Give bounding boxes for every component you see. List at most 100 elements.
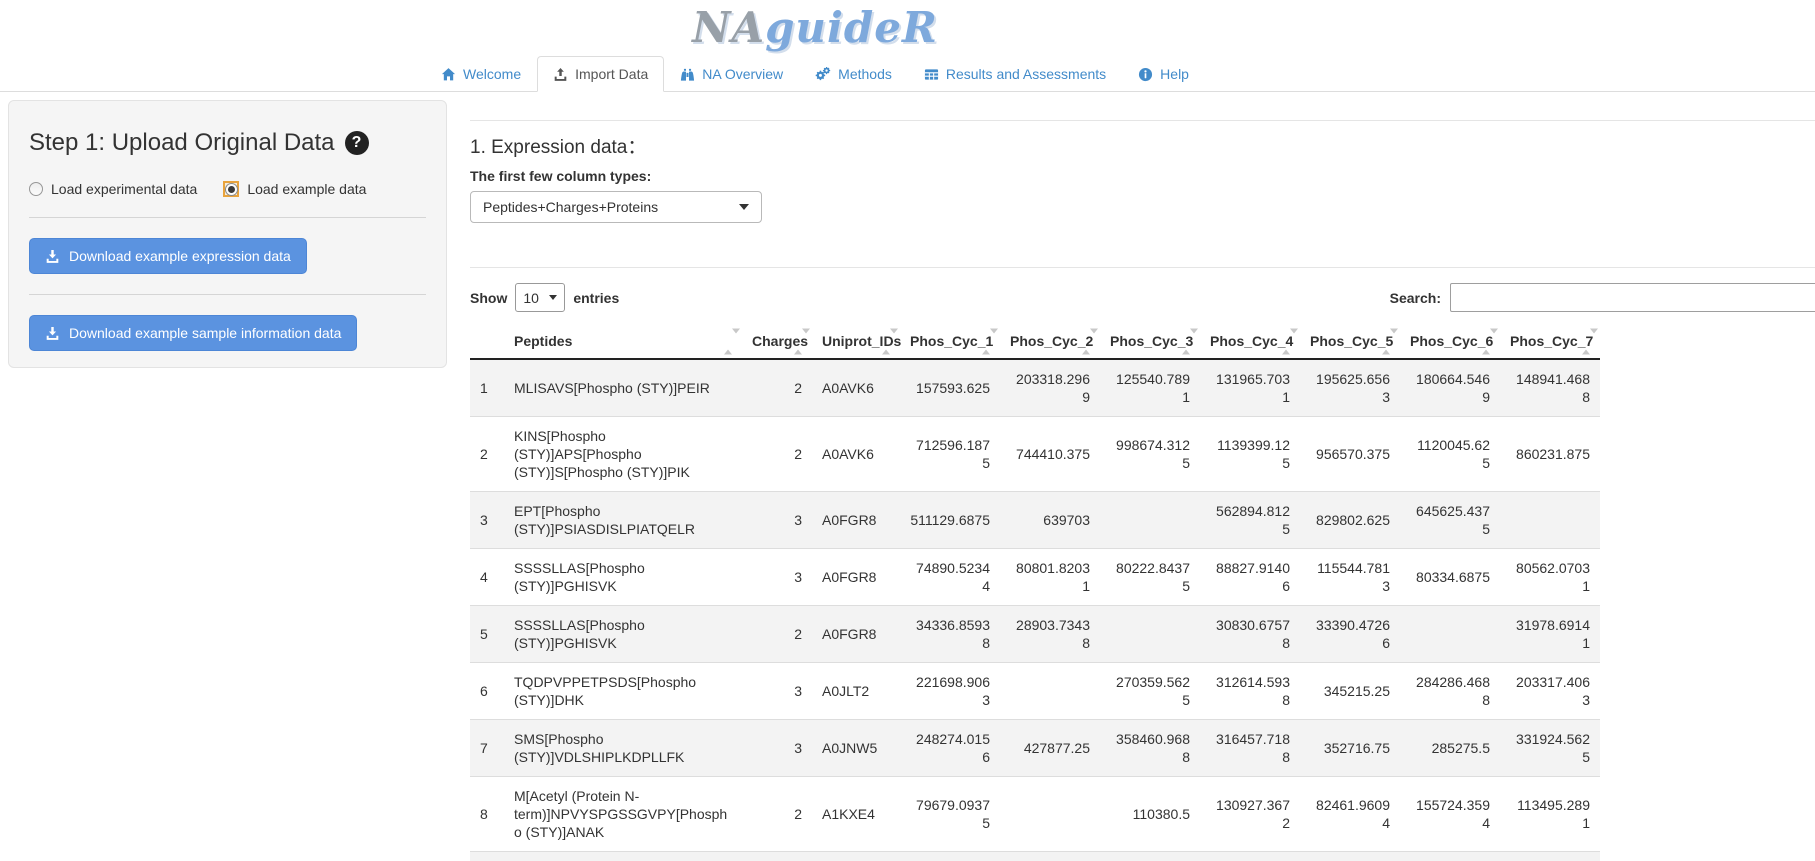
page-length-select[interactable]: 10: [515, 283, 565, 312]
column-header-phos-cyc-7[interactable]: Phos_Cyc_7: [1500, 325, 1600, 359]
sort-icon: [1182, 333, 1198, 350]
table-cell: 998674.3125: [1100, 417, 1200, 492]
tab-methods[interactable]: Methods: [799, 56, 908, 92]
table-cell: 131965.7031: [1200, 359, 1300, 417]
tab-results-and-assessments[interactable]: Results and Assessments: [908, 56, 1122, 92]
download-expression-data-button[interactable]: Download example expression data: [29, 238, 307, 274]
table-cell: 860231.875: [1500, 417, 1600, 492]
sort-icon: [1482, 333, 1498, 350]
download-sample-info-button[interactable]: Download example sample information data: [29, 315, 357, 351]
row-number-cell: 2: [470, 417, 504, 492]
column-header-label: Peptides: [514, 333, 572, 349]
main-navbar: WelcomeImport DataNA Overview Methods Resu…: [0, 56, 1815, 92]
radio-load-experimental-data[interactable]: Load experimental data: [29, 181, 197, 197]
table-cell: 2: [742, 606, 812, 663]
column-header-charges[interactable]: Charges: [742, 325, 812, 359]
table-cell: 3: [742, 492, 812, 549]
download-expression-data-label: Download example expression data: [69, 248, 291, 264]
table-cell: A0FGR8: [812, 549, 900, 606]
table-cell: A0AVK6: [812, 417, 900, 492]
table-row: 2KINS[Phospho (STY)]APS[Phospho (STY)]S[…: [470, 417, 1600, 492]
caret-down-icon: [549, 295, 557, 300]
tab-welcome[interactable]: Welcome: [425, 56, 537, 92]
column-header-phos-cyc-3[interactable]: Phos_Cyc_3: [1100, 325, 1200, 359]
page: NAguideR WelcomeImport DataNA Overview Me…: [0, 0, 1815, 861]
table-cell: [1100, 492, 1200, 549]
table-cell: 110380.5: [1100, 777, 1200, 852]
table-cell: 1120045.625: [1400, 417, 1500, 492]
table-cell: 284286.4688: [1400, 663, 1500, 720]
table-cell: [1000, 777, 1100, 852]
column-header-phos-cyc-1[interactable]: Phos_Cyc_1: [900, 325, 1000, 359]
row-number-cell: 5: [470, 606, 504, 663]
table-body: 1MLISAVS[Phospho (STY)]PEIR2A0AVK6157593…: [470, 359, 1600, 851]
table-row: 6TQDPVPPETPSDS[Phospho (STY)]DHK3A0JLT22…: [470, 663, 1600, 720]
table-cell: 115544.7813: [1300, 549, 1400, 606]
column-types-selected-value: Peptides+Charges+Proteins: [483, 199, 658, 215]
radio-load-example-data[interactable]: Load example data: [223, 181, 366, 197]
table-cell: 80801.82031: [1000, 549, 1100, 606]
table-cell: 1139399.125: [1200, 417, 1300, 492]
column-header-label: Phos_Cyc_4: [1210, 333, 1293, 349]
table-cell: 2: [742, 777, 812, 852]
search-input[interactable]: [1450, 283, 1815, 312]
table-cell: 511129.6875: [900, 492, 1000, 549]
table-row: 1MLISAVS[Phospho (STY)]PEIR2A0AVK6157593…: [470, 359, 1600, 417]
sort-icon: [1282, 333, 1298, 350]
table-cell: 180664.5469: [1400, 359, 1500, 417]
sort-icon: [794, 333, 810, 350]
divider: [470, 120, 1815, 121]
table-cell: 157593.625: [900, 359, 1000, 417]
column-header-rownum: [470, 325, 504, 359]
caret-down-icon: [739, 204, 749, 210]
table-cell: 2: [742, 359, 812, 417]
column-header-peptides[interactable]: Peptides: [504, 325, 742, 359]
column-header-phos-cyc-2[interactable]: Phos_Cyc_2: [1000, 325, 1100, 359]
table-cell: A0JLT2: [812, 663, 900, 720]
download-sample-info-label: Download example sample information data: [69, 325, 341, 341]
page-length-value: 10: [523, 290, 539, 306]
table-cell: A0FGR8: [812, 492, 900, 549]
table-cell: 88827.91406: [1200, 549, 1300, 606]
gears-icon: [815, 67, 831, 82]
question-circle-icon[interactable]: [345, 131, 369, 155]
table-cell: TQDPVPPETPSDS[Phospho (STY)]DHK: [504, 663, 742, 720]
app-header: NAguideR: [0, 0, 1630, 50]
download-icon: [45, 326, 60, 341]
divider: [29, 217, 426, 218]
table-icon: [924, 67, 939, 82]
column-header-phos-cyc-5[interactable]: Phos_Cyc_5: [1300, 325, 1400, 359]
table-cell: 2: [742, 417, 812, 492]
table-cell: 30830.67578: [1200, 606, 1300, 663]
info-circle-icon: [1138, 67, 1153, 82]
sort-icon: [1082, 333, 1098, 350]
tab-label: Methods: [838, 66, 892, 82]
step-title: Step 1: Upload Original Data: [29, 129, 426, 157]
tab-import-data[interactable]: Import Data: [537, 56, 664, 92]
divider: [29, 294, 426, 295]
table-cell: 33390.47266: [1300, 606, 1400, 663]
download-icon: [45, 249, 60, 264]
column-header-uniprot-ids[interactable]: Uniprot_IDs: [812, 325, 900, 359]
column-types-select[interactable]: Peptides+Charges+Proteins: [470, 191, 762, 223]
sort-icon: [1382, 333, 1398, 350]
table-cell: 316457.7188: [1200, 720, 1300, 777]
tab-na-overview[interactable]: NA Overview: [664, 56, 799, 92]
table-cell: 79679.09375: [900, 777, 1000, 852]
table-cell: 34336.85938: [900, 606, 1000, 663]
row-number-cell: 1: [470, 359, 504, 417]
column-header-label: Phos_Cyc_5: [1310, 333, 1393, 349]
row-number-cell: 8: [470, 777, 504, 852]
step-title-text: Step 1: Upload Original Data: [29, 129, 335, 157]
row-number-cell: 6: [470, 663, 504, 720]
table-cell: MLISAVS[Phospho (STY)]PEIR: [504, 359, 742, 417]
table-search-control: Search:: [1390, 283, 1815, 312]
tab-help[interactable]: Help: [1122, 56, 1205, 92]
tab-label: Results and Assessments: [946, 66, 1106, 82]
column-header-phos-cyc-6[interactable]: Phos_Cyc_6: [1400, 325, 1500, 359]
main-panel: 1. Expression data： The first few column…: [455, 92, 1815, 861]
row-number-cell: 7: [470, 720, 504, 777]
column-header-label: Phos_Cyc_2: [1010, 333, 1093, 349]
column-header-phos-cyc-4[interactable]: Phos_Cyc_4: [1200, 325, 1300, 359]
content-row: Step 1: Upload Original Data Load experi…: [0, 92, 1815, 861]
